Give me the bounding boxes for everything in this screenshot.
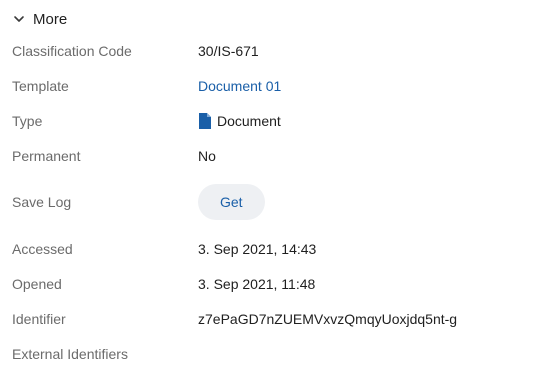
opened-label: Opened <box>12 276 62 292</box>
field-template: Template Document 01 <box>12 75 532 97</box>
field-classification-code: Classification Code 30/IS-671 <box>12 40 532 62</box>
chevron-down-icon <box>12 12 26 26</box>
field-external-identifiers: External Identifiers <box>12 343 532 365</box>
accessed-label: Accessed <box>12 241 73 257</box>
document-icon <box>198 113 212 129</box>
permanent-value: No <box>198 148 216 164</box>
field-opened: Opened 3. Sep 2021, 11:48 <box>12 273 532 295</box>
permanent-label: Permanent <box>12 148 81 164</box>
field-save-log: Save Log Get <box>12 183 532 221</box>
field-identifier: Identifier z7ePaGD7nZUEMVxvzQmqyUoxjdq5n… <box>12 308 532 330</box>
field-accessed: Accessed 3. Sep 2021, 14:43 <box>12 238 532 260</box>
type-label: Type <box>12 113 43 129</box>
opened-value: 3. Sep 2021, 11:48 <box>198 276 316 292</box>
accessed-value: 3. Sep 2021, 14:43 <box>198 241 317 257</box>
type-value-text: Document <box>217 113 281 129</box>
save-log-label: Save Log <box>12 194 72 210</box>
field-permanent: Permanent No <box>12 145 532 167</box>
get-save-log-button[interactable]: Get <box>198 184 265 220</box>
identifier-label: Identifier <box>12 311 66 327</box>
classification-code-label: Classification Code <box>12 43 132 59</box>
section-title: More <box>33 10 68 28</box>
more-section-toggle[interactable]: More <box>12 8 67 30</box>
template-label: Template <box>12 78 69 94</box>
classification-code-value: 30/IS-671 <box>198 43 259 59</box>
template-link[interactable]: Document 01 <box>198 78 281 94</box>
field-type: Type Document <box>12 110 532 132</box>
type-value: Document <box>198 113 281 129</box>
identifier-value: z7ePaGD7nZUEMVxvzQmqyUoxjdq5nt-g <box>198 311 458 327</box>
